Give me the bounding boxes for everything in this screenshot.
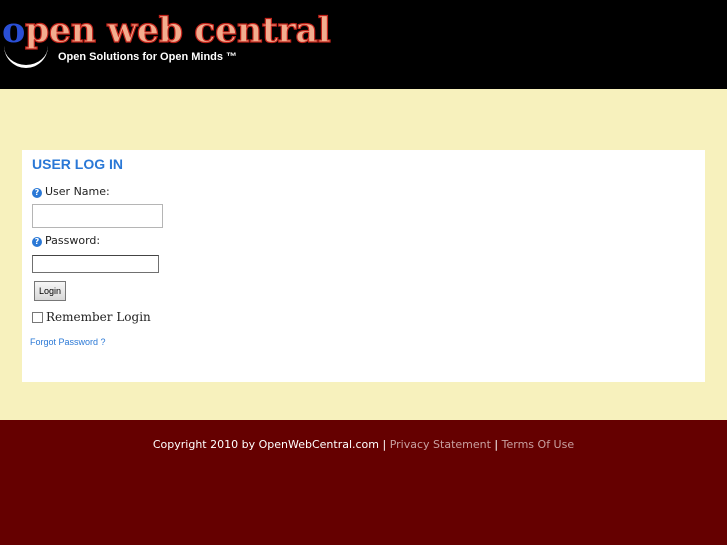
forgot-password-link[interactable]: Forgot Password ? xyxy=(30,337,106,347)
logo-wordmark: open web central xyxy=(2,8,332,54)
login-title: USER LOG IN xyxy=(32,156,124,172)
password-label: ? Password: xyxy=(32,234,100,247)
password-input[interactable] xyxy=(32,255,159,273)
help-icon[interactable]: ? xyxy=(32,237,42,247)
username-label: ? User Name: xyxy=(32,185,110,198)
site-header: open web central Open Solutions for Open… xyxy=(0,0,727,89)
footer-separator: | xyxy=(379,438,390,451)
remember-login-label[interactable]: Remember Login xyxy=(46,310,151,324)
password-label-text: Password: xyxy=(45,234,101,247)
remember-login-checkbox[interactable] xyxy=(32,312,43,323)
copyright-text: Copyright 2010 by OpenWebCentral.com xyxy=(152,438,380,451)
username-label-text: User Name: xyxy=(45,185,110,198)
logo-smile-swoosh-icon xyxy=(4,38,48,68)
login-panel: USER LOG IN ? User Name: ? Password: Login… xyxy=(22,150,705,382)
logo-text-rest: pen web central xyxy=(24,9,331,51)
footer-text: Copyright 2010 by OpenWebCentral.com | P… xyxy=(0,438,727,451)
site-footer: Copyright 2010 by OpenWebCentral.com | P… xyxy=(0,420,727,545)
help-icon[interactable]: ? xyxy=(32,188,42,198)
privacy-statement-link[interactable]: Privacy Statement xyxy=(390,438,491,451)
logo-tagline: Open Solutions for Open Minds ™ xyxy=(58,51,238,63)
footer-separator: | xyxy=(490,438,502,451)
terms-of-use-link[interactable]: Terms Of Use xyxy=(502,438,574,451)
username-input[interactable] xyxy=(32,204,163,228)
site-logo[interactable]: open web central Open Solutions for Open… xyxy=(0,8,332,78)
login-button[interactable]: Login xyxy=(34,281,66,301)
